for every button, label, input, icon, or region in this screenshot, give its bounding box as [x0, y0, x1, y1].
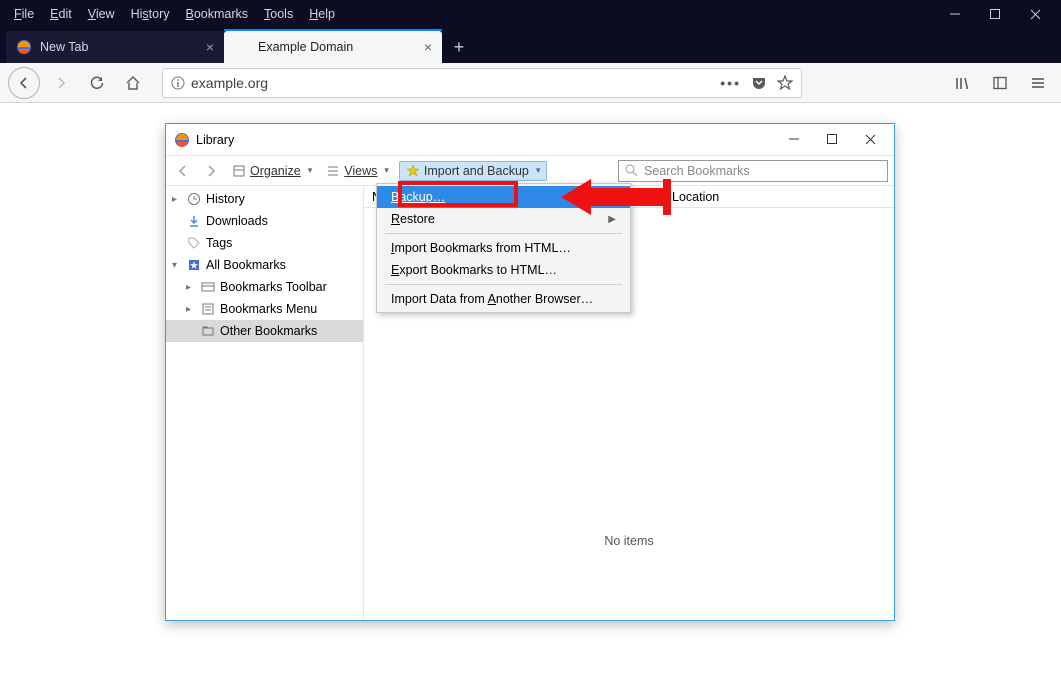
window-minimize-button[interactable] [935, 0, 975, 28]
chevron-right-icon: ▶ [608, 214, 616, 225]
search-placeholder: Search Bookmarks [644, 164, 750, 178]
info-icon[interactable] [171, 76, 185, 90]
library-search-input[interactable]: Search Bookmarks [618, 160, 888, 182]
app-menu-button[interactable] [1023, 68, 1053, 98]
sidebar-icon[interactable] [985, 68, 1015, 98]
new-tab-button[interactable]: + [442, 31, 476, 63]
tag-icon [186, 236, 202, 250]
window-close-button[interactable] [1015, 0, 1055, 28]
browser-menubar: File Edit View History Bookmarks Tools H… [0, 0, 1061, 28]
tree-all-bookmarks[interactable]: ▾ All Bookmarks [166, 254, 363, 276]
tab-new-tab[interactable]: New Tab × [6, 31, 224, 63]
tab-label: Example Domain [258, 40, 353, 54]
clock-icon [186, 192, 202, 206]
views-menu-button[interactable]: Views [322, 162, 393, 180]
pocket-icon[interactable] [751, 75, 767, 91]
library-back-button[interactable] [172, 162, 194, 180]
menu-view[interactable]: View [80, 3, 123, 25]
menu-item-import-html[interactable]: Import Bookmarks from HTML… [377, 237, 630, 259]
library-close-button[interactable] [860, 134, 880, 145]
page-actions-icon[interactable]: ••• [720, 75, 741, 91]
star-icon [406, 164, 420, 178]
globe-icon [234, 39, 250, 55]
menu-file[interactable]: File [6, 3, 42, 25]
tab-example-domain[interactable]: Example Domain × [224, 31, 442, 63]
organize-menu-button[interactable]: Organize [228, 162, 316, 180]
browser-content: Library Organize Views [0, 103, 1061, 681]
menu-bookmarks[interactable]: Bookmarks [178, 3, 257, 25]
menu-item-export-html[interactable]: Export Bookmarks to HTML… [377, 259, 630, 281]
tree-other-bookmarks[interactable]: Other Bookmarks [166, 320, 363, 342]
library-minimize-button[interactable] [784, 134, 804, 145]
tab-close-icon[interactable]: × [424, 39, 432, 55]
collapse-icon[interactable]: ▾ [172, 260, 182, 271]
expand-icon[interactable]: ▸ [186, 282, 196, 293]
tree-bookmarks-menu[interactable]: ▸ Bookmarks Menu [166, 298, 363, 320]
library-maximize-button[interactable] [822, 134, 842, 145]
home-button[interactable] [118, 68, 148, 98]
menu-icon [200, 302, 216, 316]
column-location[interactable]: Location [672, 190, 719, 204]
library-forward-button[interactable] [200, 162, 222, 180]
menu-separator [385, 233, 622, 234]
menu-edit[interactable]: Edit [42, 3, 80, 25]
tab-strip: New Tab × Example Domain × + [0, 28, 1061, 63]
expand-icon[interactable]: ▸ [172, 194, 182, 205]
window-maximize-button[interactable] [975, 0, 1015, 28]
reload-button[interactable] [82, 68, 112, 98]
url-text: example.org [191, 75, 268, 91]
search-icon [625, 164, 638, 177]
menu-item-restore[interactable]: Restore▶ [377, 208, 630, 230]
library-titlebar[interactable]: Library [166, 124, 894, 156]
firefox-icon [174, 132, 190, 148]
forward-button[interactable] [46, 68, 76, 98]
organize-icon [232, 164, 246, 178]
firefox-icon [16, 39, 32, 55]
menu-help[interactable]: Help [301, 3, 343, 25]
views-icon [326, 164, 340, 178]
bookmark-star-icon [186, 258, 202, 272]
back-button[interactable] [8, 67, 40, 99]
tree-tags[interactable]: Tags [166, 232, 363, 254]
tree-history[interactable]: ▸ History [166, 188, 363, 210]
library-empty-text: No items [364, 534, 894, 548]
library-tree: ▸ History Downloads Tags ▾ All [166, 186, 364, 620]
menu-history[interactable]: History [123, 3, 178, 25]
tab-label: New Tab [40, 40, 88, 54]
menu-separator [385, 284, 622, 285]
library-toolbar: Organize Views Import and Backup Search … [166, 156, 894, 186]
bookmark-star-icon[interactable] [777, 75, 793, 91]
library-title: Library [196, 133, 234, 147]
import-backup-menu-button[interactable]: Import and Backup [399, 161, 547, 181]
import-backup-dropdown: Backup… Restore▶ Import Bookmarks from H… [376, 183, 631, 313]
menu-item-backup[interactable]: Backup… [377, 186, 630, 208]
menu-tools[interactable]: Tools [256, 3, 301, 25]
folder-icon [200, 324, 216, 338]
toolbar-icon [200, 280, 216, 294]
tree-downloads[interactable]: Downloads [166, 210, 363, 232]
menu-item-import-browser[interactable]: Import Data from Another Browser… [377, 288, 630, 310]
tab-close-icon[interactable]: × [206, 39, 214, 55]
library-window: Library Organize Views [165, 123, 895, 621]
url-bar[interactable]: example.org ••• [162, 68, 802, 98]
library-icon[interactable] [947, 68, 977, 98]
tree-bookmarks-toolbar[interactable]: ▸ Bookmarks Toolbar [166, 276, 363, 298]
expand-icon[interactable]: ▸ [186, 304, 196, 315]
download-icon [186, 214, 202, 228]
navigation-toolbar: example.org ••• [0, 63, 1061, 103]
